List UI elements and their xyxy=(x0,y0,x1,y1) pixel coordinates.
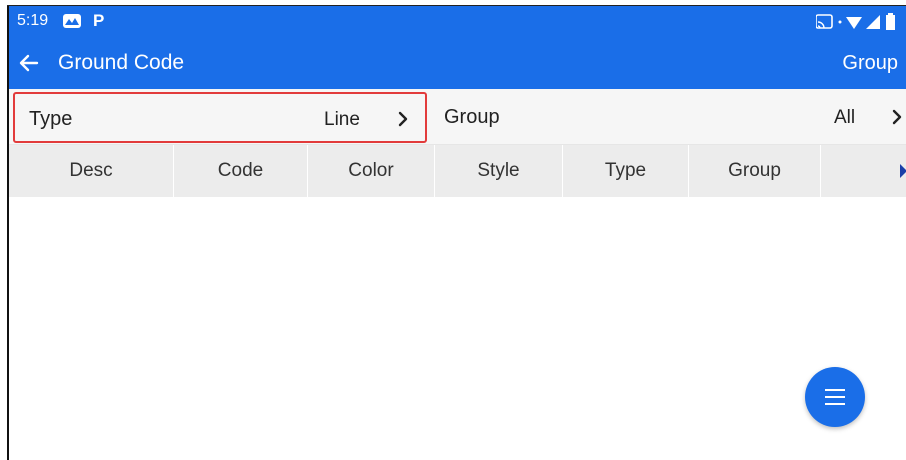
status-bar: 5:19 P xyxy=(9,6,906,39)
menu-icon xyxy=(825,389,845,405)
status-time: 5:19 xyxy=(17,12,49,29)
column-header-code[interactable]: Code xyxy=(174,145,308,197)
back-arrow-icon[interactable] xyxy=(17,51,41,75)
app-bar: Ground Code Group xyxy=(9,39,906,89)
status-icons-right xyxy=(815,13,906,31)
group-filter-value: All xyxy=(834,107,856,128)
type-filter-value: Line xyxy=(324,109,360,130)
app-window: 5:19 P Ground Code Group Type Line Group… xyxy=(7,6,906,460)
parking-p-icon: P xyxy=(93,11,105,30)
table-header: Desc Code Color Style Type Group xyxy=(9,145,906,197)
menu-fab-button[interactable] xyxy=(805,367,865,427)
signal-icon xyxy=(866,15,880,29)
cast-icon xyxy=(815,14,833,29)
column-header-group[interactable]: Group xyxy=(689,145,821,197)
column-header-color[interactable]: Color xyxy=(308,145,435,197)
type-filter-label: Type xyxy=(29,108,73,130)
wifi-icon xyxy=(846,17,862,29)
column-header-style[interactable]: Style xyxy=(435,145,563,197)
column-header-desc[interactable]: Desc xyxy=(9,145,174,197)
table-body xyxy=(9,197,906,460)
gallery-icon xyxy=(62,13,82,29)
group-action-button[interactable]: Group xyxy=(842,52,898,75)
battery-icon xyxy=(886,13,895,30)
column-header-type[interactable]: Type xyxy=(563,145,689,197)
scroll-right-arrow-icon[interactable] xyxy=(898,163,906,179)
group-filter-selector[interactable]: Group All xyxy=(434,92,906,143)
filter-bar: Type Line Group All xyxy=(9,89,906,145)
page-title: Ground Code xyxy=(58,51,185,74)
type-filter-selector[interactable]: Type Line xyxy=(13,92,427,143)
chevron-right-icon xyxy=(890,107,904,127)
chevron-right-icon xyxy=(396,109,410,129)
group-filter-label: Group xyxy=(444,106,500,128)
